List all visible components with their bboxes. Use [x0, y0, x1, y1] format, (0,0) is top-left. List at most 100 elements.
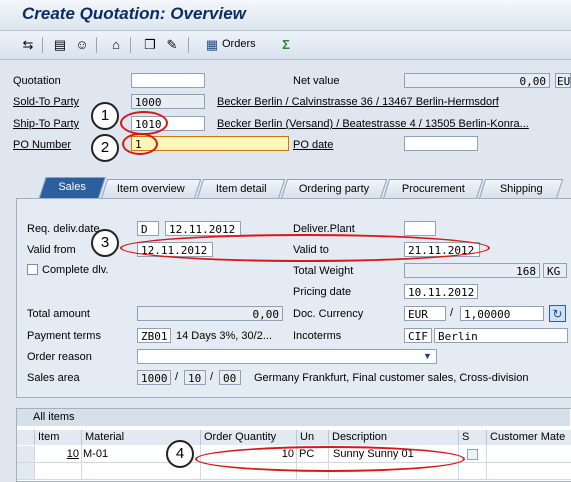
incoterms-place-field[interactable]: Berlin	[434, 328, 568, 343]
sales-area-separator: /	[175, 371, 179, 383]
item-number-cell[interactable]	[35, 463, 82, 480]
annotation-oval-validity	[120, 234, 490, 262]
net-value-field: 0,00	[404, 73, 550, 88]
tab-strip: Sales Item overview Item detail Ordering…	[16, 177, 571, 200]
total-amount-label: Total amount	[27, 308, 90, 320]
weight-unit-field: KG	[543, 263, 567, 278]
po-number-label: PO Number	[13, 139, 72, 151]
toolbar-separator	[188, 37, 189, 53]
refresh-icon[interactable]: ↻	[549, 305, 566, 322]
status-checkbox[interactable]	[467, 449, 478, 460]
incoterms-field[interactable]: CIF	[404, 328, 432, 343]
toolbar-separator	[42, 37, 43, 53]
annotation-oval-ship-to	[120, 111, 168, 135]
sales-org-field: 1000	[137, 370, 171, 385]
application-toolbar: ⇆ ▤ ☺ ⌂ ❐ ✎ ▦ Orders Σ	[0, 31, 571, 60]
orders-button[interactable]: Orders	[222, 38, 256, 50]
chevron-down-icon[interactable]: ▼	[423, 351, 432, 361]
sold-to-label: Sold-To Party	[13, 96, 80, 108]
tab-label: Item overview	[116, 183, 185, 195]
order-reason-dropdown[interactable]	[137, 349, 437, 364]
column-header-unit[interactable]: Un	[297, 430, 329, 445]
sales-area-label: Sales area	[27, 372, 80, 384]
tab-procurement[interactable]: Procurement	[382, 179, 484, 199]
tab-label: Shipping	[499, 183, 543, 195]
tab-label: Procurement	[401, 183, 465, 195]
sales-area-description: Germany Frankfurt, Final customer sales,…	[254, 372, 529, 384]
req-deliv-date-label: Req. deliv.date	[27, 223, 100, 235]
annotation-marker-4: 4	[166, 440, 194, 468]
quotation-label: Quotation	[13, 75, 61, 87]
annotation-oval-item-row	[195, 446, 465, 472]
complete-dlv-label: Complete dlv.	[42, 264, 109, 276]
row-selector-header[interactable]	[17, 430, 35, 445]
sold-to-field[interactable]: 1000	[131, 94, 205, 109]
tab-item-overview[interactable]: Item overview	[100, 179, 202, 199]
row-selector[interactable]	[17, 446, 35, 463]
payment-terms-label: Payment terms	[27, 330, 101, 342]
exchange-rate-separator: /	[450, 307, 454, 319]
item-number-cell[interactable]: 10	[35, 446, 82, 463]
partner-icon[interactable]: ☺	[74, 37, 90, 53]
page-title: Create Quotation: Overview	[22, 4, 246, 23]
copy-icon[interactable]: ❐	[142, 37, 158, 53]
display-change-icon[interactable]: ⇆	[20, 37, 36, 53]
exchange-rate-field[interactable]: 1,00000	[460, 306, 544, 321]
deliver-plant-field[interactable]	[404, 221, 436, 236]
tab-label: Item detail	[215, 183, 267, 195]
tab-shipping[interactable]: Shipping	[478, 179, 564, 199]
total-amount-field: 0,00	[137, 306, 283, 321]
sales-area-separator: /	[210, 371, 214, 383]
net-value-label: Net value	[293, 75, 340, 87]
net-value-currency: EU	[555, 73, 571, 88]
total-weight-label: Total Weight	[293, 265, 354, 277]
toolbar-separator	[130, 37, 131, 53]
valid-from-label: Valid from	[27, 244, 76, 256]
customer-material-cell[interactable]	[487, 446, 571, 463]
home-icon[interactable]: ⌂	[108, 37, 124, 53]
req-deliv-date-field[interactable]: 12.11.2012	[165, 221, 241, 236]
items-table-title: All items	[33, 411, 75, 423]
row-selector[interactable]	[17, 463, 35, 480]
po-date-label: PO date	[293, 139, 334, 151]
complete-dlv-checkbox[interactable]	[27, 264, 38, 275]
annotation-oval-po-number	[122, 133, 158, 155]
tab-ordering-party[interactable]: Ordering party	[280, 179, 388, 199]
annotation-marker-3: 3	[91, 229, 119, 257]
status-cell[interactable]	[459, 463, 487, 480]
sum-icon[interactable]: Σ	[278, 37, 294, 53]
req-deliv-type-field[interactable]: D	[137, 221, 159, 236]
items-table-header-bar	[17, 409, 570, 426]
dist-channel-field: 10	[184, 370, 206, 385]
quotation-field[interactable]	[131, 73, 205, 88]
ship-to-label: Ship-To Party	[13, 118, 80, 130]
toolbar-separator	[96, 37, 97, 53]
column-header-order-quantity[interactable]: Order Quantity	[201, 430, 297, 445]
tab-label: Ordering party	[298, 183, 369, 195]
ship-to-description: Becker Berlin (Versand) / Beatestrasse 4…	[217, 118, 529, 130]
column-header-description[interactable]: Description	[329, 430, 459, 445]
total-weight-field: 168	[404, 263, 540, 278]
tab-item-detail[interactable]: Item detail	[196, 179, 286, 199]
incoterms-label: Incoterms	[293, 330, 342, 342]
customer-material-cell[interactable]	[487, 463, 571, 480]
header-icon[interactable]: ▤	[52, 37, 68, 53]
po-date-field[interactable]	[404, 136, 478, 151]
column-header-customer-material[interactable]: Customer Mate	[487, 430, 571, 445]
doc-currency-label: Doc. Currency	[293, 308, 364, 320]
division-field: 00	[219, 370, 241, 385]
edit-icon[interactable]: ✎	[164, 37, 180, 53]
sold-to-description: Becker Berlin / Calvinstrasse 36 / 13467…	[217, 96, 499, 108]
payment-terms-field[interactable]: ZB01	[137, 328, 171, 343]
payment-terms-description: 14 Days 3%, 30/2...	[176, 330, 272, 342]
order-reason-label: Order reason	[27, 351, 92, 363]
annotation-marker-1: 1	[91, 102, 119, 130]
doc-currency-field[interactable]: EUR	[404, 306, 446, 321]
column-header-item[interactable]: Item	[35, 430, 82, 445]
column-header-status[interactable]: S	[459, 430, 487, 445]
tab-label: Sales	[58, 181, 87, 193]
orders-icon: ▦	[205, 37, 219, 52]
annotation-marker-2: 2	[91, 134, 119, 162]
pricing-date-field[interactable]: 10.11.2012	[404, 284, 478, 299]
tab-sales[interactable]: Sales	[38, 177, 106, 200]
